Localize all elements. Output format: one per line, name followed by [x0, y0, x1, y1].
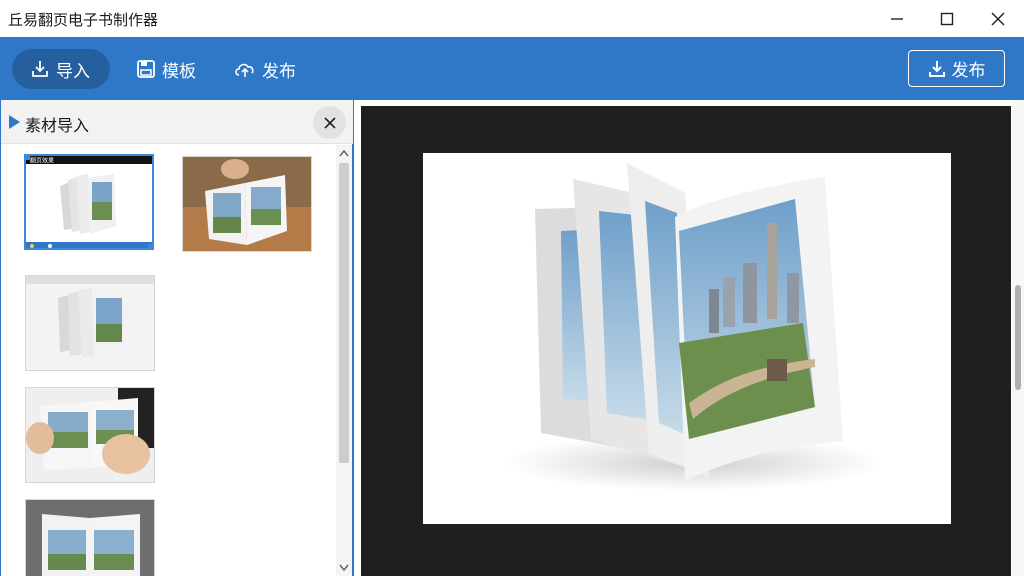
publish-menu-label: 发布 — [262, 61, 296, 82]
selection-handle[interactable] — [26, 156, 30, 160]
template-label: 模板 — [162, 61, 196, 82]
close-icon — [991, 12, 1005, 25]
import-label: 导入 — [56, 61, 90, 82]
window-title: 丘易翻页电子书制作器 — [8, 11, 159, 29]
download-icon — [928, 60, 945, 77]
template-button[interactable]: 模板 — [136, 49, 196, 89]
expand-arrow-icon[interactable] — [9, 115, 20, 129]
thumbnail-list: 翻页效果 — [1, 145, 336, 576]
thumbnail-1[interactable]: 翻页效果 — [24, 154, 154, 250]
panel-scrollbar[interactable] — [336, 145, 352, 576]
preview-canvas — [423, 153, 951, 524]
main-toolbar: 导入 模板 发布 发布 — [0, 37, 1024, 100]
material-panel: 素材导入 翻页效果 — [0, 100, 354, 576]
thumbnail-3[interactable] — [25, 275, 155, 371]
thumbnail-caption: 翻页效果 — [30, 157, 54, 165]
preview-scrollbar-thumb[interactable] — [1015, 285, 1021, 390]
thumbnail-2[interactable] — [182, 156, 312, 252]
import-icon — [32, 61, 48, 77]
publish-button[interactable]: 发布 — [908, 50, 1005, 87]
close-button[interactable] — [973, 0, 1023, 37]
panel-title: 素材导入 — [25, 116, 90, 135]
publish-menu-button[interactable]: 发布 — [234, 49, 296, 89]
minimize-icon — [891, 17, 903, 20]
panel-header: 素材导入 — [1, 100, 353, 144]
close-icon — [323, 116, 336, 129]
preview-scrollbar[interactable] — [1012, 100, 1024, 576]
scroll-down-icon[interactable] — [339, 564, 349, 572]
maximize-button[interactable] — [922, 0, 972, 37]
panel-close-button[interactable] — [313, 106, 346, 139]
thumbnail-5[interactable] — [25, 499, 155, 576]
scrollbar-thumb[interactable] — [339, 163, 349, 463]
book-preview-image — [503, 163, 883, 491]
minimize-button[interactable] — [872, 0, 922, 37]
thumbnail-4[interactable] — [25, 387, 155, 483]
cloud-upload-icon — [235, 63, 254, 77]
import-button[interactable]: 导入 — [12, 49, 110, 89]
title-bar: 丘易翻页电子书制作器 — [0, 0, 1024, 37]
scroll-up-icon[interactable] — [339, 149, 349, 157]
publish-button-label: 发布 — [951, 61, 986, 81]
maximize-icon — [940, 12, 954, 25]
selection-handle[interactable] — [148, 244, 152, 248]
template-icon — [137, 60, 155, 78]
preview-area — [361, 106, 1011, 576]
